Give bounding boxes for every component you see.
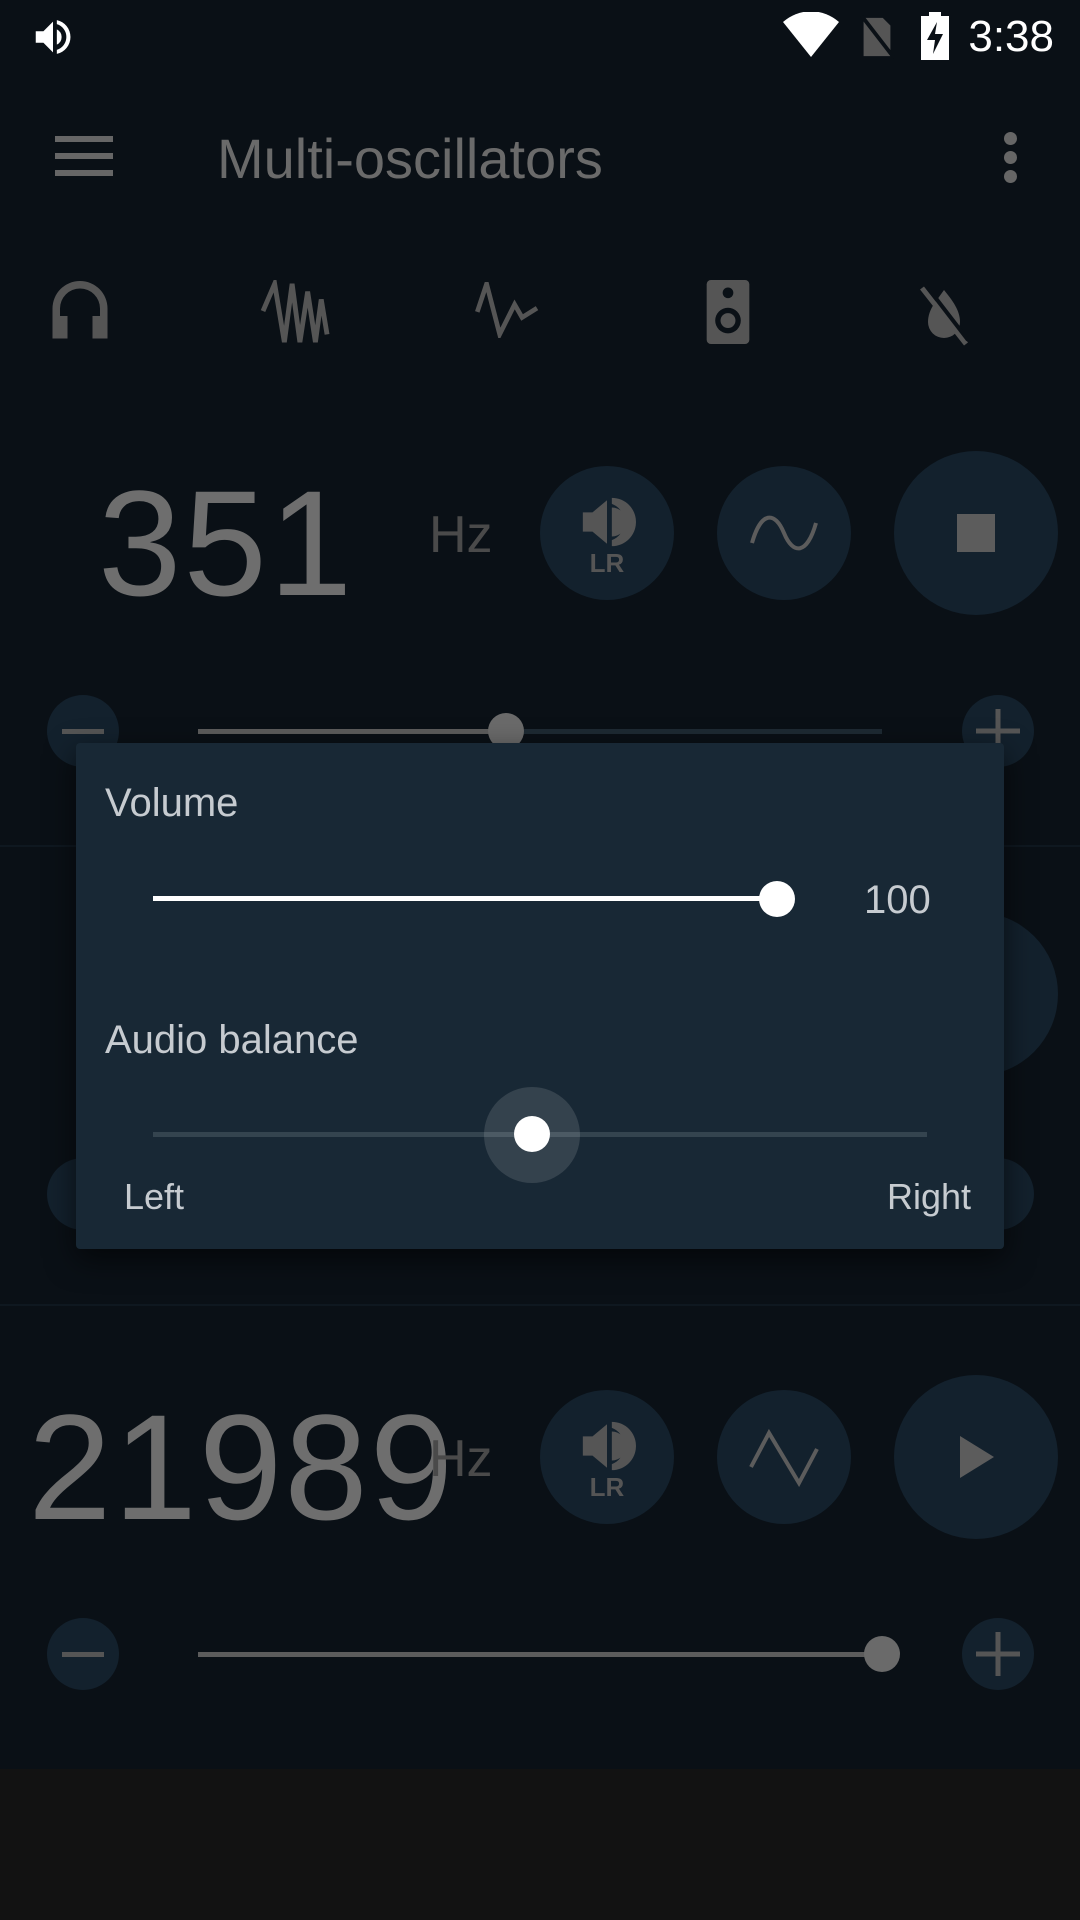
wifi-icon — [783, 12, 839, 57]
battery-charging-icon — [921, 12, 949, 60]
waveform-button[interactable] — [717, 466, 851, 600]
divider — [0, 1304, 1080, 1306]
frequency-unit: Hz — [429, 506, 493, 564]
frequency-slider-fill — [198, 1652, 882, 1657]
balance-left-label: Left — [124, 1176, 185, 1217]
frequency-slider-thumb[interactable] — [864, 1636, 900, 1672]
play-button[interactable] — [894, 1375, 1058, 1539]
clock: 3:38 — [968, 12, 1054, 61]
pulse-icon[interactable] — [474, 282, 544, 338]
stop-button[interactable] — [894, 451, 1058, 615]
minus-icon — [62, 1651, 104, 1657]
mute-off-icon[interactable] — [920, 286, 968, 346]
balance-right-label: Right — [886, 1176, 971, 1217]
frequency-unit: Hz — [429, 1430, 493, 1488]
headphones-icon[interactable] — [50, 278, 110, 344]
frequency-value[interactable]: 21989 — [28, 1392, 455, 1542]
navigation-bar-area — [0, 1769, 1080, 1920]
channel-badge: LR — [589, 1472, 625, 1502]
channel-badge: LR — [589, 548, 625, 578]
balance-label: Audio balance — [105, 1018, 359, 1062]
volume-slider-fill — [153, 896, 777, 901]
speaker-icon[interactable] — [706, 280, 750, 344]
noise-icon[interactable] — [260, 280, 332, 346]
waveform-button[interactable] — [717, 1390, 851, 1524]
play-icon — [960, 1436, 994, 1478]
channel-button[interactable]: LR — [540, 1390, 674, 1524]
volume-balance-dialog: Volume 100 Audio balance Left Right — [76, 743, 1004, 1249]
increase-button[interactable] — [962, 1618, 1034, 1690]
plus-icon — [976, 1632, 1020, 1676]
page-title: Multi-oscillators — [217, 127, 603, 190]
stop-icon — [957, 514, 995, 552]
status-bar: 3:38 — [0, 0, 1080, 73]
frequency-value[interactable]: 351 — [98, 468, 354, 618]
volume-value: 100 — [864, 878, 931, 922]
triangle-wave-icon — [749, 1428, 819, 1487]
hamburger-icon[interactable] — [55, 136, 113, 176]
balance-slider-thumb[interactable] — [514, 1116, 551, 1152]
more-vert-icon[interactable] — [1004, 132, 1018, 183]
no-sim-icon — [860, 14, 896, 60]
channel-button[interactable]: LR — [540, 466, 674, 600]
speaker-volume-icon — [582, 1421, 636, 1471]
decrease-button[interactable] — [47, 1618, 119, 1690]
sine-wave-icon — [750, 515, 818, 551]
volume-slider-thumb[interactable] — [759, 881, 795, 917]
speaker-volume-icon — [582, 497, 636, 547]
frequency-slider-fill — [198, 729, 506, 734]
minus-icon — [62, 728, 104, 734]
volume-icon — [35, 20, 71, 54]
volume-label: Volume — [105, 781, 239, 825]
